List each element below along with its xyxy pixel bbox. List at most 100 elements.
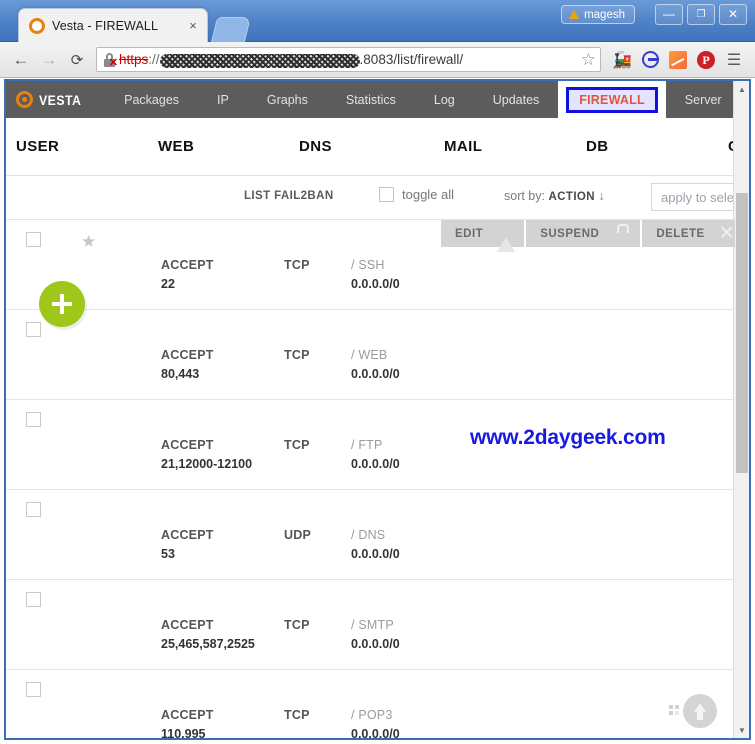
rule-action: ACCEPT (161, 708, 214, 722)
scrollbar-down-arrow-icon[interactable]: ▼ (734, 722, 749, 738)
table-row[interactable]: ACCEPT 80,443 TCP / WEB 0.0.0.0/0 (6, 309, 735, 399)
rule-network: 0.0.0.0/0 (351, 367, 400, 381)
rule-protocol-cell: TCP (284, 618, 310, 632)
favorite-star-icon[interactable]: ★ (81, 232, 96, 252)
rule-protocol-cell: TCP (284, 438, 310, 452)
toggle-all-label: toggle all (402, 187, 455, 202)
rule-protocol-cell: TCP (284, 348, 310, 362)
nav-item-log[interactable]: Log (415, 81, 474, 118)
row-checkbox[interactable] (26, 502, 41, 517)
analytics-extension-icon[interactable] (665, 47, 691, 73)
delete-button[interactable]: DELETE ✕ (642, 220, 735, 247)
address-bar[interactable]: ✕ https :// .8083/list/firewall/ ☆ (96, 47, 601, 72)
forward-icon[interactable]: → (36, 47, 62, 73)
new-tab-icon[interactable] (210, 17, 252, 42)
list-fail2ban-link[interactable]: LIST FAIL2BAN (244, 190, 334, 202)
scroll-to-top-button[interactable] (683, 694, 717, 728)
vesta-ring-icon (29, 17, 45, 34)
add-rule-button[interactable] (39, 281, 85, 327)
rule-action: ACCEPT (161, 618, 214, 632)
rule-network: 0.0.0.0/0 (351, 547, 400, 561)
page-scrollbar[interactable]: ▲ ▼ (733, 81, 749, 738)
rule-port: 53 (161, 547, 175, 561)
row-checkbox[interactable] (26, 322, 41, 337)
rule-protocol: TCP (284, 618, 310, 632)
rule-action-cell: ACCEPT 80,443 (161, 348, 214, 381)
nav-item-firewall[interactable]: FIREWALL (558, 81, 666, 118)
rule-comment-cell: / WEB 0.0.0.0/0 (351, 348, 400, 381)
train-extension-icon[interactable]: 🚂 (609, 47, 635, 73)
chrome-menu-icon[interactable]: ☰ (721, 47, 747, 73)
toggle-all-checkbox[interactable] (379, 187, 394, 202)
minimize-button[interactable]: — (655, 4, 683, 25)
vesta-ring-icon (16, 91, 33, 108)
user-chip[interactable]: magesh (561, 5, 635, 24)
drag-dots-icon[interactable] (669, 705, 683, 716)
rule-comment: / DNS (351, 528, 386, 542)
suspend-label: SUSPEND (540, 227, 600, 240)
rule-port: 22 (161, 277, 175, 291)
nav-item-ip[interactable]: IP (198, 81, 248, 118)
scrollbar-thumb[interactable] (736, 193, 748, 473)
nav-item-packages[interactable]: Packages (105, 81, 198, 118)
rule-comment-cell: / FTP 0.0.0.0/0 (351, 438, 400, 471)
row-checkbox[interactable] (26, 682, 41, 697)
window-close-button[interactable]: ✕ (719, 4, 747, 25)
apply-to-selected-dropdown[interactable]: apply to sele (651, 183, 735, 211)
browser-window: Vesta - FIREWALL × magesh — ❐ ✕ ← → ⟳ ✕ … (0, 0, 755, 744)
rule-comment: / FTP (351, 438, 383, 452)
close-icon[interactable]: × (185, 18, 201, 34)
browser-tab-title: Vesta - FIREWALL (52, 18, 159, 33)
site-watermark: www.2daygeek.com (470, 426, 666, 449)
column-header-user: USER (16, 138, 60, 155)
row-checkbox[interactable] (26, 412, 41, 427)
nav-item-graphs[interactable]: Graphs (248, 81, 327, 118)
maximize-button[interactable]: ❐ (687, 4, 715, 25)
rule-action: ACCEPT (161, 348, 214, 362)
column-header-row: USER WEB DNS MAIL DB C (6, 118, 735, 176)
rule-port: 80,443 (161, 367, 200, 381)
rule-action-cell: ACCEPT 110,995 (161, 708, 214, 738)
table-row[interactable]: ACCEPT 53 UDP / DNS 0.0.0.0/0 (6, 489, 735, 579)
reload-icon[interactable]: ⟳ (64, 47, 90, 73)
column-header-mail: MAIL (444, 138, 483, 155)
rule-protocol-cell: TCP (284, 258, 310, 272)
scrollbar-up-arrow-icon[interactable]: ▲ (734, 81, 749, 97)
x-icon: ✕ (718, 223, 735, 244)
row-checkbox[interactable] (26, 592, 41, 607)
toggle-all-control[interactable]: toggle all (379, 187, 454, 202)
broken-lock-icon: ✕ (103, 52, 118, 68)
rule-port: 25,465,587,2525 (161, 637, 255, 651)
rule-comment: / WEB (351, 348, 388, 362)
table-row[interactable]: ACCEPT 110,995 TCP / POP3 0.0.0.0/0 (6, 669, 735, 738)
rule-network: 0.0.0.0/0 (351, 457, 400, 471)
pinterest-extension-icon[interactable]: P (693, 47, 719, 73)
table-row[interactable]: ACCEPT 25,465,587,2525 TCP / SMTP 0.0.0.… (6, 579, 735, 669)
row-action-bar: EDIT SUSPEND DELETE ✕ (441, 220, 735, 252)
rule-action: ACCEPT (161, 258, 214, 272)
vesta-logo[interactable]: VESTA (16, 81, 105, 118)
vesta-navbar: VESTA Packages IP Graphs Statistics Log … (6, 81, 735, 118)
edit-button[interactable]: EDIT (441, 220, 527, 252)
row-checkbox[interactable] (26, 232, 41, 247)
circle-arrow-extension-icon[interactable] (637, 47, 663, 73)
rule-comment: / SSH (351, 258, 385, 272)
rule-protocol: TCP (284, 348, 310, 362)
rule-port: 110,995 (161, 727, 206, 738)
rule-comment-cell: / DNS 0.0.0.0/0 (351, 528, 400, 561)
rule-network: 0.0.0.0/0 (351, 637, 400, 651)
sort-by-value: ACTION (548, 191, 595, 203)
browser-tab[interactable]: Vesta - FIREWALL × (18, 8, 208, 42)
suspend-button[interactable]: SUSPEND (526, 220, 643, 247)
nav-item-statistics[interactable]: Statistics (327, 81, 415, 118)
nav-item-updates[interactable]: Updates (474, 81, 559, 118)
nav-item-server[interactable]: Server (666, 81, 735, 118)
nav-item-firewall-label: FIREWALL (566, 86, 658, 113)
table-row[interactable]: ★ ACCEPT 22 TCP / SSH 0.0.0.0/0 EDIT SUS… (6, 219, 735, 309)
sort-by-control[interactable]: sort by: ACTION ↓ (504, 189, 605, 203)
sort-direction-icon[interactable]: ↓ (598, 189, 604, 203)
bookmark-star-icon[interactable]: ☆ (575, 50, 596, 70)
rule-network: 0.0.0.0/0 (351, 277, 400, 291)
back-icon[interactable]: ← (8, 47, 34, 73)
rule-action: ACCEPT (161, 438, 214, 452)
